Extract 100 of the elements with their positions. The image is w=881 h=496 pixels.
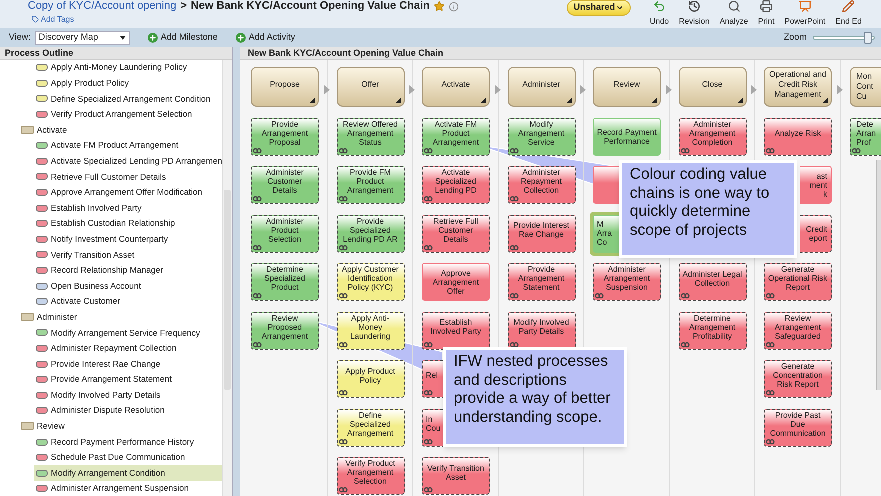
outline-item[interactable]: Provide Arrangement Statement bbox=[34, 372, 222, 388]
outline-item[interactable]: Apply Product Policy bbox=[34, 76, 222, 92]
outline-item[interactable]: Record Payment Performance History bbox=[34, 434, 222, 450]
activity-box[interactable]: Rel bbox=[422, 360, 444, 398]
star-icon[interactable] bbox=[434, 1, 446, 12]
add-tags-link[interactable]: Add Tags bbox=[41, 15, 74, 24]
outline-item[interactable]: Modify Arrangement Condition bbox=[34, 465, 222, 482]
activity-box[interactable]: Administer Repayment Collection bbox=[508, 166, 576, 204]
activity-label: Arran bbox=[856, 128, 876, 138]
share-button[interactable]: Unshared bbox=[567, 0, 631, 16]
activity-box[interactable]: Activate FM Product Arrangement bbox=[422, 118, 490, 156]
activity-box[interactable]: Generate Concentration Risk Report bbox=[764, 360, 832, 398]
activity-box[interactable]: ast ment k bbox=[800, 166, 832, 204]
activity-box[interactable]: Modify Involved Party Details bbox=[508, 312, 576, 350]
activity-box[interactable]: Retrieve Full Customer Details bbox=[422, 214, 490, 252]
stage-box[interactable]: Activate bbox=[422, 67, 490, 107]
outline-item[interactable]: Notify Investment Counterparty bbox=[34, 232, 222, 248]
outline-item[interactable]: Establish Custodian Relationship bbox=[34, 216, 222, 232]
activity-box[interactable]: Administer Arrangement Completion bbox=[678, 118, 746, 156]
toolbar-button[interactable]: Print bbox=[758, 0, 775, 26]
outline-group[interactable]: Review bbox=[37, 420, 65, 433]
outline-item[interactable]: Retrieve Full Customer Details bbox=[34, 169, 222, 185]
outline-item[interactable]: Verify Transition Asset bbox=[34, 247, 222, 263]
outline-item[interactable]: Administer Arrangement Suspension bbox=[34, 481, 222, 496]
outline-item[interactable]: Open Business Account bbox=[34, 278, 222, 294]
activity-label: Determine Specialized Product bbox=[264, 265, 306, 292]
outline-item[interactable]: Provide Interest Rae Change bbox=[34, 356, 222, 372]
outline-item[interactable]: Verify Product Arrangement Selection bbox=[34, 106, 222, 122]
stage-label: Activate bbox=[442, 80, 470, 90]
breadcrumb-link[interactable]: Copy of KYC/Account opening bbox=[28, 0, 177, 13]
outline-item[interactable]: Modify Arrangement Service Frequency bbox=[34, 325, 222, 341]
outline-group[interactable]: Activate bbox=[37, 124, 68, 137]
activity-box[interactable]: Apply Anti-Money Laundering bbox=[336, 312, 404, 350]
activity-box[interactable]: Determine Specialized Product bbox=[251, 263, 319, 301]
activity-box[interactable]: Administer Customer Details bbox=[251, 166, 319, 204]
activity-box[interactable]: Activate Specialized Lending PD bbox=[422, 166, 490, 204]
activity-box[interactable]: Verify Transition Asset bbox=[422, 457, 490, 495]
activity-box[interactable]: Provide Specialized Lending PD AR bbox=[336, 214, 404, 252]
activity-box[interactable]: Provide Interest Rae Change bbox=[508, 214, 576, 252]
outline-item[interactable]: Apply Anti-Money Laundering Policy bbox=[34, 60, 222, 76]
activity-box[interactable] bbox=[593, 166, 620, 204]
activity-box[interactable]: Dete Arran Prof bbox=[850, 118, 881, 156]
activity-box[interactable]: Modify Arrangement Service bbox=[508, 118, 576, 156]
stage-box[interactable]: Propose bbox=[251, 67, 319, 107]
activity-box[interactable]: Review Proposed Arrangement bbox=[251, 312, 319, 350]
outline-group[interactable]: Administer bbox=[37, 310, 78, 324]
activity-box[interactable]: Verify Product Arrangement Selection bbox=[336, 457, 404, 495]
activity-box[interactable]: Record Payment Performance bbox=[593, 118, 661, 156]
activity-box[interactable]: Administer Legal Collection bbox=[678, 263, 746, 301]
stage-box[interactable]: Offer bbox=[336, 67, 404, 107]
activity-box[interactable]: Approve Arrangement Offer bbox=[422, 263, 490, 301]
zoom-slider[interactable] bbox=[813, 32, 875, 44]
activity-box[interactable]: Administer Product Selection bbox=[251, 214, 319, 252]
toolbar-button[interactable]: Analyze bbox=[720, 0, 748, 26]
outline-item[interactable]: Approve Arrangement Offer Modification bbox=[34, 184, 222, 200]
activity-box[interactable]: M Arra Co bbox=[593, 214, 620, 252]
activity-box[interactable]: Provide FM Product Arrangement bbox=[336, 166, 404, 204]
outline-item[interactable]: Record Relationship Manager bbox=[34, 262, 222, 278]
add-button[interactable]: Add Milestone bbox=[148, 30, 218, 44]
activity-box[interactable]: Provide Arrangement Statement bbox=[508, 263, 576, 301]
stage-box[interactable]: Close bbox=[678, 67, 746, 107]
toolbar-button[interactable]: Revision bbox=[679, 0, 710, 26]
scrollbar[interactable] bbox=[222, 60, 232, 496]
activity-box[interactable]: Administer Arrangement Suspension bbox=[593, 263, 661, 301]
scrollbar[interactable] bbox=[876, 160, 881, 390]
outline-item[interactable]: Administer Dispute Resolution bbox=[34, 403, 222, 419]
activity-label: Review Proposed Arrangement bbox=[260, 314, 310, 340]
outline-item[interactable]: Establish Involved Party bbox=[34, 200, 222, 216]
activity-box[interactable]: Analyze Risk bbox=[764, 118, 832, 156]
activity-box[interactable]: Determine Arrangement Profitability bbox=[678, 312, 746, 350]
activity-box[interactable]: Review Arrangement Safeguarded bbox=[764, 312, 832, 350]
toolbar-button[interactable]: End Ed bbox=[836, 0, 862, 26]
activity-box[interactable]: Apply Customer Identification Policy (KYC) bbox=[336, 263, 404, 301]
outline-item[interactable]: Activate FM Product Arrangement bbox=[34, 138, 222, 154]
activity-box[interactable]: Define Specialized Arrangement bbox=[336, 408, 404, 446]
activity-box[interactable]: Credit eport bbox=[800, 214, 832, 252]
activity-box[interactable]: Establish Involved Party bbox=[422, 312, 490, 350]
activity-box[interactable]: Provide Past Due Communication bbox=[764, 408, 832, 446]
info-icon[interactable] bbox=[449, 2, 460, 12]
stage-box[interactable]: Operational and Credit Risk Management bbox=[764, 67, 832, 107]
view-dropdown[interactable]: Discovery Map bbox=[34, 30, 130, 44]
outline-item[interactable]: Administer Repayment Collection bbox=[34, 340, 222, 356]
stage-box[interactable]: Mon Cont Cu bbox=[850, 67, 881, 107]
outline-item[interactable]: Define Specialized Arrangement Condition bbox=[34, 91, 222, 107]
add-button[interactable]: Add Activity bbox=[236, 30, 296, 44]
stage-label: Close bbox=[702, 80, 723, 90]
activity-box[interactable]: In Cou bbox=[422, 408, 444, 446]
stage-box[interactable]: Review bbox=[593, 67, 661, 107]
outline-item[interactable]: Schedule Past Due Communication bbox=[34, 450, 222, 466]
stage-box[interactable]: Administer bbox=[508, 67, 576, 107]
outline-item[interactable]: Activate Customer bbox=[34, 294, 222, 310]
activity-box[interactable]: Review Offered Arrangement Status bbox=[336, 118, 404, 156]
activity-box[interactable]: Apply Product Policy bbox=[336, 360, 404, 398]
toolbar-button[interactable]: PowerPoint bbox=[784, 0, 826, 26]
zoom-thumb[interactable] bbox=[864, 32, 872, 44]
outline-item[interactable]: Activate Specialized Lending PD Arrangemen bbox=[34, 154, 222, 170]
toolbar-button[interactable]: Undo bbox=[650, 0, 670, 26]
activity-box[interactable]: Generate Operational Risk Report bbox=[764, 263, 832, 301]
activity-box[interactable]: Provide Arrangement Proposal bbox=[251, 118, 319, 156]
outline-item[interactable]: Modify Involved Party Details bbox=[34, 387, 222, 404]
